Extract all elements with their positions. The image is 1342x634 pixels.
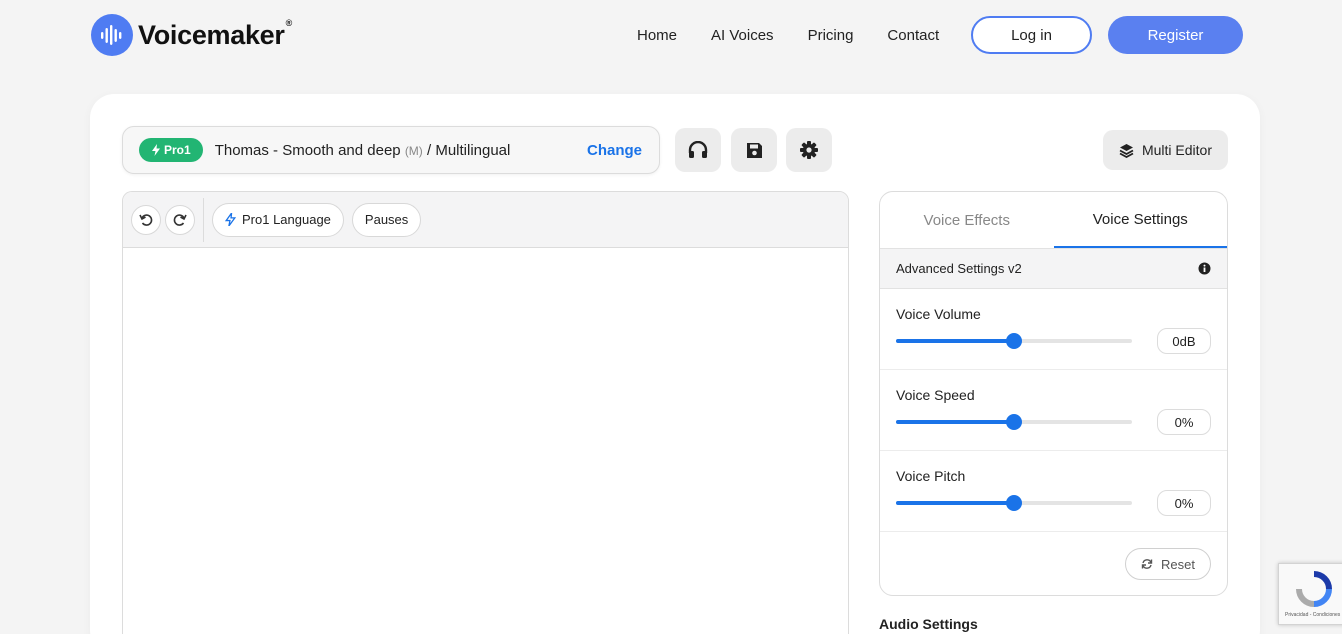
recaptcha-badge[interactable]: Privacidad - Condiciones (1278, 563, 1342, 625)
voice-pitch-value[interactable]: 0% (1157, 490, 1211, 516)
info-icon[interactable] (1198, 262, 1211, 275)
change-voice-link[interactable]: Change (587, 142, 642, 159)
nav-pricing[interactable]: Pricing (808, 27, 854, 44)
voice-speed-label: Voice Speed (896, 387, 975, 403)
undo-button[interactable] (131, 204, 161, 235)
gear-icon (800, 141, 818, 159)
voice-volume-label: Voice Volume (896, 306, 981, 322)
recaptcha-links[interactable]: Privacidad - Condiciones (1285, 612, 1340, 618)
save-button[interactable] (731, 128, 777, 172)
tab-voice-effects[interactable]: Voice Effects (880, 192, 1054, 248)
slider-thumb[interactable] (1006, 495, 1022, 511)
editor-toolbar: Pro1 Language Pauses (123, 192, 848, 248)
voice-speed-row: Voice Speed 0% (880, 370, 1227, 451)
pro1-language-chip[interactable]: Pro1 Language (212, 202, 344, 237)
pauses-chip[interactable]: Pauses (351, 202, 422, 237)
voice-speed-slider[interactable] (896, 414, 1132, 430)
voice-settings-panel: Voice Effects Voice Settings Advanced Se… (879, 191, 1228, 596)
voice-name: Thomas - Smooth and deep (M) / Multiling… (214, 141, 511, 159)
reset-button[interactable]: Reset (1125, 548, 1211, 580)
refresh-icon (1141, 559, 1153, 569)
nav-ai-voices[interactable]: AI Voices (711, 27, 774, 44)
advanced-settings-label: Advanced Settings v2 (896, 261, 1022, 276)
save-icon (746, 142, 762, 158)
voice-volume-value[interactable]: 0dB (1157, 328, 1211, 354)
redo-button[interactable] (165, 204, 195, 235)
voicemaker-logo-icon (91, 14, 133, 56)
advanced-settings-header: Advanced Settings v2 (880, 249, 1227, 289)
redo-icon (173, 213, 187, 226)
voice-pitch-slider[interactable] (896, 495, 1132, 511)
pro1-badge: Pro1 (139, 138, 203, 162)
voice-speed-value[interactable]: 0% (1157, 409, 1211, 435)
preview-button[interactable] (675, 128, 721, 172)
multi-editor-button[interactable]: Multi Editor (1103, 130, 1228, 170)
voice-pitch-row: Voice Pitch 0% (880, 451, 1227, 532)
audio-settings-heading: Audio Settings (879, 616, 978, 632)
slider-thumb[interactable] (1006, 414, 1022, 430)
register-button[interactable]: Register (1108, 16, 1243, 54)
text-editor: Pro1 Language Pauses (122, 191, 849, 634)
voice-volume-slider[interactable] (896, 333, 1132, 349)
nav-home[interactable]: Home (637, 27, 677, 44)
settings-tabs: Voice Effects Voice Settings (880, 192, 1227, 249)
undo-icon (139, 213, 153, 226)
logo[interactable]: Voicemaker® (91, 14, 292, 56)
logo-text: Voicemaker® (138, 17, 292, 50)
lightning-icon (152, 144, 160, 156)
lightning-icon (225, 213, 236, 226)
slider-thumb[interactable] (1006, 333, 1022, 349)
headphones-icon (688, 141, 708, 158)
voice-volume-row: Voice Volume 0dB (880, 289, 1227, 370)
text-area[interactable] (123, 248, 848, 634)
toolbar-divider (203, 197, 204, 242)
reset-row: Reset (880, 532, 1227, 595)
layers-icon (1119, 143, 1134, 158)
voice-pitch-label: Voice Pitch (896, 468, 966, 484)
nav-contact[interactable]: Contact (887, 27, 939, 44)
settings-button[interactable] (786, 128, 832, 172)
recaptcha-icon (1296, 571, 1332, 607)
editor-card: Pro1 Thomas - Smooth and deep (M) / Mult… (90, 94, 1260, 634)
tab-voice-settings[interactable]: Voice Settings (1053, 192, 1227, 248)
voice-selector[interactable]: Pro1 Thomas - Smooth and deep (M) / Mult… (122, 126, 660, 174)
main-nav: Home AI Voices Pricing Contact (620, 16, 973, 54)
login-button[interactable]: Log in (971, 16, 1092, 54)
